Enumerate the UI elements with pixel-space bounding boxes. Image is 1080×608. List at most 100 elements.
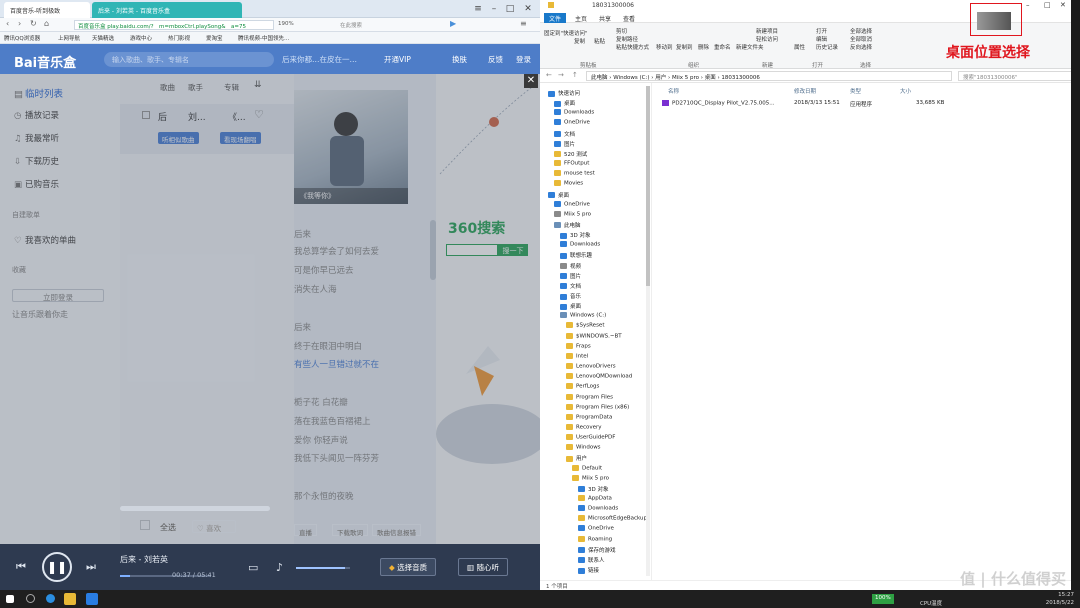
more-icon[interactable]: ≡ [520, 19, 527, 28]
screen-icon[interactable]: ▭ [248, 561, 258, 574]
nav-item[interactable]: 此电脑 [554, 221, 581, 229]
nav-item[interactable]: AppData [578, 495, 612, 502]
like-button[interactable]: ♡ 喜欢 [192, 520, 236, 533]
prev-icon[interactable]: ⏮ [16, 560, 26, 574]
nav-item[interactable]: Downloads [560, 241, 600, 248]
column-date[interactable]: 修改日期 [794, 87, 816, 95]
easy-access-button[interactable]: 轻松访问 [756, 35, 778, 43]
crumb-item[interactable]: 18031300006 [721, 75, 760, 81]
zoom-level[interactable]: 190% [278, 21, 294, 27]
nav-item[interactable]: Fraps [566, 342, 591, 349]
column-type[interactable]: 类型 [850, 87, 861, 95]
close-icon[interactable]: ✕ [522, 3, 534, 15]
nav-item[interactable]: 视频 [560, 262, 581, 270]
nav-item[interactable]: ProgramData [566, 413, 612, 420]
nav-item[interactable]: PerfLogs [566, 383, 599, 390]
open-button[interactable]: 打开 [816, 27, 827, 35]
nav-item[interactable]: 联系人 [578, 556, 605, 564]
nav-item[interactable]: UserGuidePDF [566, 434, 615, 441]
pause-button[interactable]: ❚❚ [42, 552, 72, 582]
volume-slider[interactable] [296, 567, 350, 569]
nav-item[interactable]: 链接 [578, 566, 599, 574]
minimize-icon[interactable]: – [1026, 1, 1030, 9]
nav-item[interactable]: 用户 [566, 454, 587, 462]
fav-item[interactable]: 爱淘宝 [206, 34, 223, 42]
explorer-search-input[interactable]: 搜索"18031300006" [958, 71, 1074, 81]
cpu-temp[interactable]: CPU温度 [920, 599, 942, 607]
fav-item[interactable]: 游戏中心 [130, 34, 152, 42]
file-row[interactable]: PD2710QC_Display Pilot_V2.75.005... 2018… [662, 100, 952, 108]
nav-item[interactable]: LenovoQMDownload [566, 373, 632, 380]
select-all-button[interactable]: 全部选择 [850, 27, 872, 35]
battery-indicator[interactable]: 100% [872, 594, 894, 604]
select-none-button[interactable]: 全部取消 [850, 35, 872, 43]
column-size[interactable]: 大小 [900, 87, 911, 95]
crumb-item[interactable]: Windows (C:) [613, 75, 649, 81]
vip-link[interactable]: 开通VIP [384, 54, 411, 65]
nav-item[interactable]: mouse test [554, 170, 595, 177]
nav-item[interactable]: FFOutput [554, 160, 589, 167]
nav-item[interactable]: Movies [554, 180, 583, 187]
nav-item[interactable]: Default [572, 464, 602, 471]
rename-button[interactable]: 重命名 [714, 43, 731, 51]
nav-item[interactable]: OneDrive [554, 200, 590, 207]
lyric-scrollbar[interactable] [430, 220, 436, 280]
maximize-icon[interactable]: □ [1044, 1, 1051, 9]
nav-item[interactable]: Program Files [566, 393, 613, 400]
close-icon[interactable]: ✕ [1060, 1, 1066, 9]
header-promo[interactable]: 后来你都…在皮在一… [282, 54, 357, 65]
cortana-icon[interactable] [46, 594, 55, 603]
select-all-checkbox[interactable] [140, 520, 150, 530]
nav-item[interactable]: 联想乐趣 [560, 251, 592, 259]
copy-path-button[interactable]: 复制路径 [616, 35, 638, 43]
menu-icon[interactable]: ≡ [472, 3, 484, 15]
nav-item[interactable]: 文档 [554, 130, 575, 138]
report-error-button[interactable]: 歌曲信息报错 [372, 524, 421, 537]
nav-item[interactable]: 图片 [560, 272, 581, 280]
login-link[interactable]: 登录 [516, 54, 531, 65]
next-icon[interactable]: ⏭ [86, 560, 96, 574]
nav-item[interactable]: LenovoDrivers [566, 363, 616, 370]
nav-item[interactable]: Intel [566, 352, 588, 359]
fav-item[interactable]: 腾讯QQ浏览器 [4, 34, 40, 42]
nav-scrollbar[interactable] [646, 86, 650, 576]
invert-selection-button[interactable]: 反向选择 [850, 43, 872, 51]
clock[interactable]: 15:27 2018/5/22 [1046, 591, 1074, 607]
home-icon[interactable]: ⌂ [44, 19, 49, 28]
fav-item[interactable]: 腾讯视频-中国领先... [238, 34, 289, 42]
forward-icon[interactable]: → [558, 71, 564, 79]
nav-item[interactable]: Downloads [578, 505, 618, 512]
crumb-item[interactable]: 用户 [655, 75, 666, 81]
cut-button[interactable]: 剪切 [616, 27, 627, 35]
music-search-input[interactable]: 输入歌曲、歌手、专辑名 [104, 52, 274, 67]
fav-item[interactable]: 上网导航 [58, 34, 80, 42]
nav-item[interactable]: Recovery [566, 423, 602, 430]
pin-button[interactable]: 固定到"快速访问" [544, 29, 588, 37]
tab-baidu-music[interactable]: 百度音乐-听到极致 [4, 2, 90, 18]
edit-button[interactable]: 编辑 [816, 35, 827, 43]
nav-item[interactable]: 快速访问 [548, 89, 580, 97]
search-icon[interactable] [26, 594, 35, 603]
nav-item[interactable]: 桌面 [554, 99, 575, 107]
breadcrumb[interactable]: 此电脑 › Windows (C:) › 用户 › Miix 5 pro › 桌… [586, 71, 952, 81]
nav-item[interactable]: OneDrive [578, 525, 614, 532]
nav-item[interactable]: 3D 对象 [560, 231, 590, 239]
paste-button[interactable]: 粘贴 [594, 37, 605, 45]
crumb-item[interactable]: 此电脑 [591, 75, 608, 81]
volume-icon[interactable]: ♪ [276, 561, 283, 574]
feedback-link[interactable]: 反馈 [488, 54, 503, 65]
start-icon[interactable] [6, 595, 14, 603]
nav-item[interactable]: MicrosoftEdgeBackups [578, 515, 650, 522]
explorer-taskbar-icon[interactable] [64, 593, 76, 605]
forward-icon[interactable]: › [18, 19, 21, 28]
nav-item[interactable]: 桌面 [548, 191, 569, 199]
delete-button[interactable]: 删除 [698, 43, 709, 51]
browser-search-input[interactable]: 在此搜索 [340, 21, 362, 29]
copy-to-button[interactable]: 复制到 [676, 43, 693, 51]
nav-item[interactable]: 音乐 [560, 292, 581, 300]
skin-link[interactable]: 换肤 [452, 54, 467, 65]
nav-item[interactable]: $WINDOWS.~BT [566, 332, 622, 339]
nav-item[interactable]: Windows (C:) [560, 312, 606, 319]
nav-item[interactable]: 3D 对象 [578, 485, 608, 493]
history-button[interactable]: 历史记录 [816, 43, 838, 51]
